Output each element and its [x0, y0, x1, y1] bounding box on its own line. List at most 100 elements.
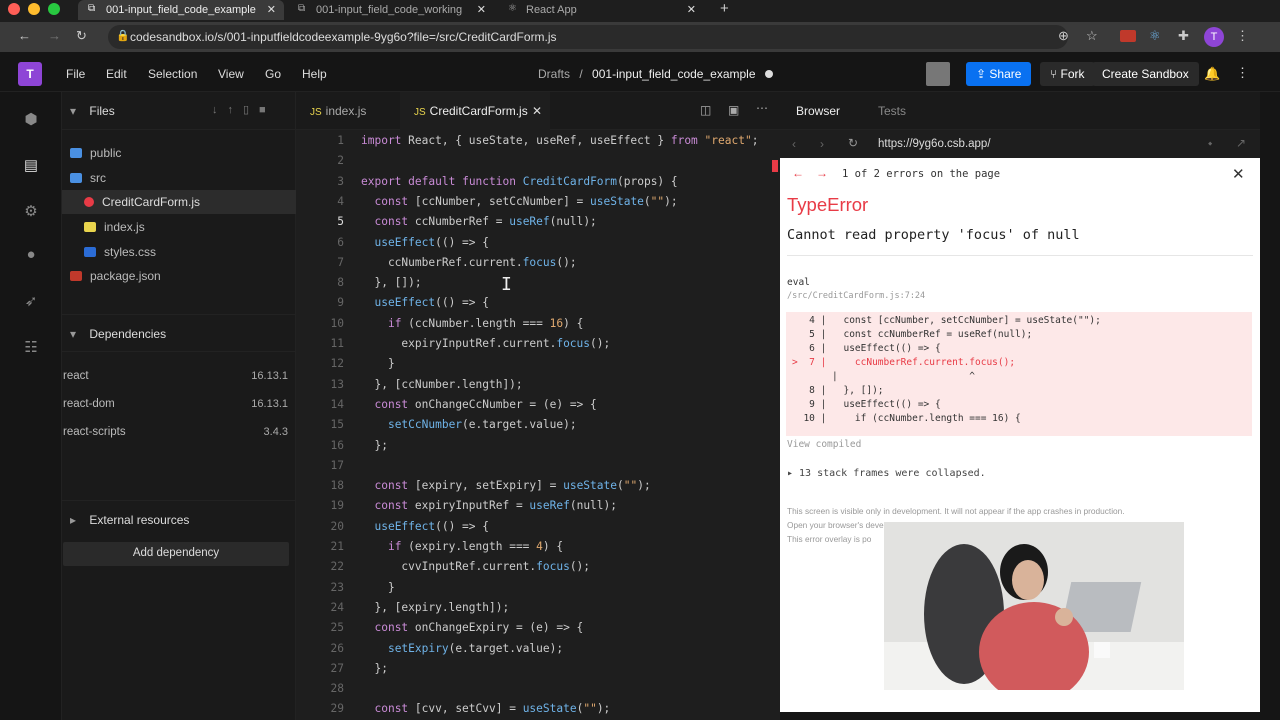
code-line[interactable]: } [361, 581, 395, 594]
notifications-bell-icon[interactable]: 🔔 [1204, 66, 1220, 82]
browser-tab-2[interactable]: ⧉ 001-input_field_code_working ✕ [288, 0, 494, 20]
back-icon[interactable]: ← [18, 28, 31, 43]
share-button[interactable]: ⇪ Share [966, 62, 1032, 86]
browser-tab-1[interactable]: ⧉ 001-input_field_code_example ✕ [78, 0, 284, 20]
tree-item-package-json[interactable]: package.json [62, 264, 296, 288]
code-line[interactable]: setExpiry(e.target.value); [361, 642, 563, 655]
minimize-window-button[interactable] [28, 3, 40, 15]
puzzle-icon[interactable]: ✚ [1178, 28, 1189, 44]
editor-tab-index-js[interactable]: JS index.js [296, 92, 396, 130]
close-tab-icon[interactable]: ✕ [532, 104, 542, 118]
files-icon[interactable]: ▤ [22, 156, 40, 174]
maximize-window-button[interactable] [48, 3, 60, 15]
collaborator-avatar[interactable] [926, 62, 950, 86]
settings-gear-icon[interactable]: ⚙ [22, 202, 40, 220]
deploy-rocket-icon[interactable]: ➶ [22, 292, 40, 310]
error-location-file[interactable]: /src/CreditCardForm.js:7:24 [787, 291, 925, 301]
dependencies-section-header[interactable]: ▾ Dependencies [62, 314, 296, 352]
preview-forward-icon[interactable]: › [820, 137, 824, 151]
tree-item-creditcardform[interactable]: CreditCardForm.js [62, 190, 296, 214]
code-line[interactable]: const expiryInputRef = useRef(null); [361, 499, 617, 512]
close-tab-icon[interactable]: ✕ [477, 3, 486, 16]
menu-help[interactable]: Help [302, 67, 327, 81]
browser-tab-3[interactable]: ⚛ React App ✕ [498, 0, 704, 20]
code-line[interactable]: import React, { useState, useRef, useEff… [361, 134, 758, 147]
code-line[interactable]: }; [361, 662, 387, 675]
tree-item-index-js[interactable]: index.js [62, 215, 296, 239]
more-menu-icon[interactable]: ⋮ [1236, 28, 1249, 44]
tree-item-src[interactable]: src [62, 166, 296, 190]
code-line[interactable]: }, []); [361, 276, 421, 289]
stack-frames-toggle[interactable]: ▸ 13 stack frames were collapsed. [787, 468, 986, 479]
code-line[interactable]: const [expiry, setExpiry] = useState("")… [361, 479, 650, 492]
code-line[interactable]: const onChangeExpiry = (e) => { [361, 621, 583, 634]
profile-avatar[interactable]: T [1204, 27, 1224, 47]
add-dependency-button[interactable]: Add dependency [63, 542, 289, 566]
prev-error-icon[interactable]: ← [792, 166, 804, 180]
open-new-window-icon[interactable]: ↗ [1236, 136, 1246, 150]
dependency-react[interactable]: react 16.13.1 [62, 370, 296, 392]
menu-selection[interactable]: Selection [148, 67, 197, 81]
tab-browser[interactable]: Browser [796, 104, 840, 118]
reload-icon[interactable]: ↻ [76, 28, 87, 44]
new-tab-button[interactable]: + [720, 0, 729, 17]
preview-back-icon[interactable]: ‹ [792, 137, 796, 151]
info-cube-icon[interactable]: ⬢ [22, 110, 40, 128]
live-users-icon[interactable]: ☷ [22, 338, 40, 356]
code-line[interactable]: useEffect(() => { [361, 296, 489, 309]
code-line[interactable]: if (ccNumber.length === 16) { [361, 317, 583, 330]
files-section-header[interactable]: ▾ Files ↓↑▯■ [62, 92, 296, 130]
menu-edit[interactable]: Edit [106, 67, 127, 81]
extension-icon[interactable] [1120, 30, 1136, 42]
app-logo[interactable]: T [18, 62, 42, 86]
code-line[interactable]: useEffect(() => { [361, 520, 489, 533]
code-line[interactable]: const [cvv, setCvv] = useState(""); [361, 702, 610, 715]
code-line[interactable]: cvvInputRef.current.focus(); [361, 560, 590, 573]
code-line[interactable]: const onChangeCcNumber = (e) => { [361, 398, 596, 411]
react-devtools-icon[interactable]: ⚛ [1149, 28, 1161, 44]
code-line[interactable]: }, [expiry.length]); [361, 601, 509, 614]
code-area[interactable]: 1 import React, { useState, useRef, useEf… [296, 130, 780, 720]
devtools-icon[interactable]: ⬩ [1208, 136, 1212, 151]
github-icon[interactable]: ● [22, 246, 40, 264]
code-line[interactable]: const ccNumberRef = useRef(null); [361, 215, 596, 228]
install-icon[interactable]: ⊕ [1058, 28, 1069, 44]
url-field[interactable]: 🔒 codesandbox.io/s/001-inputfieldcodeexa… [108, 25, 1068, 49]
editor-tab-creditcardform[interactable]: JS CreditCardForm.js ✕ [400, 92, 550, 130]
menu-view[interactable]: View [218, 67, 244, 81]
menu-file[interactable]: File [66, 67, 85, 81]
fork-button[interactable]: ⑂ Fork [1040, 62, 1095, 86]
code-line[interactable]: const [ccNumber, setCcNumber] = useState… [361, 195, 677, 208]
code-line[interactable]: } [361, 357, 395, 370]
breadcrumb-drafts[interactable]: Drafts [538, 67, 570, 81]
create-sandbox-button[interactable]: Create Sandbox [1092, 62, 1199, 86]
bookmark-star-icon[interactable]: ☆ [1086, 28, 1098, 44]
close-window-button[interactable] [8, 3, 20, 15]
code-line[interactable]: export default function CreditCardForm(p… [361, 175, 678, 188]
file-actions-icons[interactable]: ↓↑▯■ [212, 103, 276, 116]
close-tab-icon[interactable]: ✕ [267, 3, 276, 16]
code-line[interactable]: ccNumberRef.current.focus(); [361, 256, 577, 269]
tree-item-public[interactable]: public [62, 141, 296, 165]
code-line[interactable]: if (expiry.length === 4) { [361, 540, 563, 553]
view-compiled-link[interactable]: View compiled [787, 439, 861, 450]
tree-item-styles-css[interactable]: styles.css [62, 240, 296, 264]
more-options-icon[interactable]: ⋯ [756, 101, 768, 115]
code-line[interactable]: expiryInputRef.current.focus(); [361, 337, 610, 350]
tab-tests[interactable]: Tests [878, 104, 906, 118]
external-resources-header[interactable]: ▸ External resources [62, 500, 296, 538]
close-tab-icon[interactable]: ✕ [687, 3, 696, 16]
menu-go[interactable]: Go [265, 67, 281, 81]
sandbox-title[interactable]: 001-input_field_code_example [592, 67, 755, 81]
preview-icon[interactable]: ▣ [728, 103, 739, 117]
code-line[interactable]: useEffect(() => { [361, 236, 489, 249]
next-error-icon[interactable]: → [816, 166, 828, 180]
split-view-icon[interactable]: ◫ [700, 103, 711, 117]
preview-url-field[interactable]: https://9yg6o.csb.app/ [878, 138, 991, 150]
forward-icon[interactable]: → [48, 28, 61, 43]
dependency-react-dom[interactable]: react-dom 16.13.1 [62, 398, 296, 420]
close-overlay-icon[interactable]: ✕ [1232, 165, 1245, 183]
dependency-react-scripts[interactable]: react-scripts 3.4.3 [62, 426, 296, 448]
menu-icon[interactable]: ⋮ [1236, 65, 1249, 81]
code-line[interactable]: setCcNumber(e.target.value); [361, 418, 577, 431]
